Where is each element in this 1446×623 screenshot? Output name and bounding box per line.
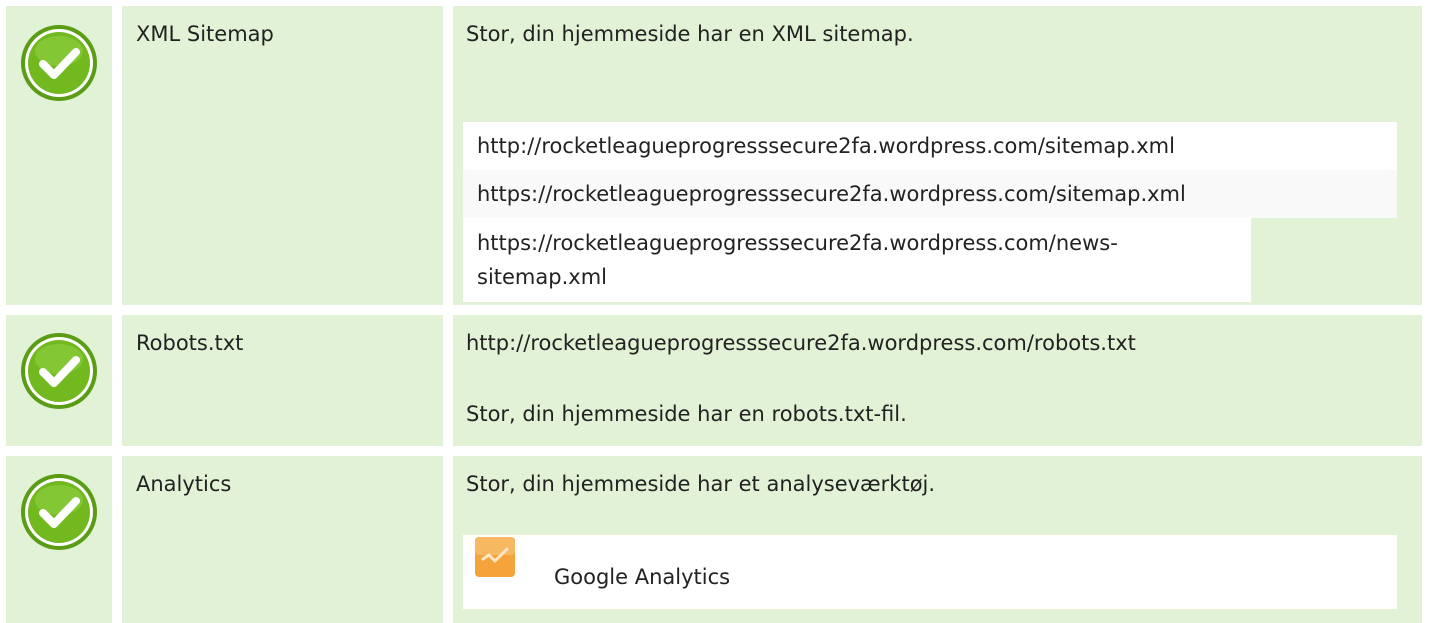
analytics-tool: Google Analytics	[463, 535, 1397, 609]
row-title: Analytics	[136, 472, 232, 496]
status-message: Stor, din hjemmeside har en XML sitemap.	[466, 22, 914, 46]
status-message: Stor, din hjemmeside har et analyseværkt…	[466, 472, 936, 496]
name-cell	[122, 6, 443, 305]
status-message: Stor, din hjemmeside har en robots.txt-f…	[466, 402, 907, 426]
sitemap-link[interactable]: http://rocketleagueprogresssecure2fa.wor…	[463, 122, 1397, 170]
sitemap-link[interactable]: https://rocketleagueprogresssecure2fa.wo…	[463, 218, 1251, 302]
analytics-tool-label: Google Analytics	[554, 565, 731, 589]
sitemap-link[interactable]: https://rocketleagueprogresssecure2fa.wo…	[463, 170, 1397, 218]
row-title: Robots.txt	[136, 331, 244, 355]
sitemap-list: http://rocketleagueprogresssecure2fa.wor…	[463, 122, 1397, 302]
row-title: XML Sitemap	[136, 22, 274, 46]
check-icon	[19, 331, 99, 411]
check-icon	[19, 472, 99, 552]
robots-url[interactable]: http://rocketleagueprogresssecure2fa.wor…	[466, 331, 1136, 355]
check-icon	[19, 23, 99, 103]
google-analytics-icon	[475, 537, 515, 577]
